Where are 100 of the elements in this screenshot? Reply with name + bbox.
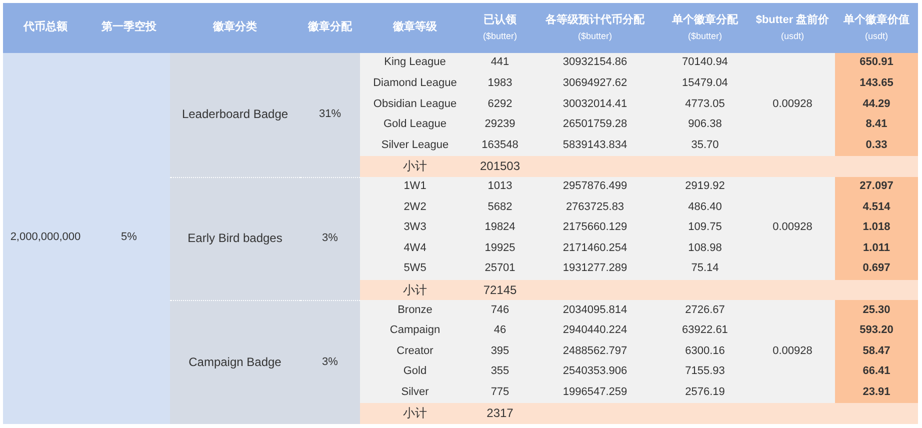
share-cell: 3% bbox=[300, 300, 360, 424]
subtotal-label: 小计 bbox=[402, 405, 428, 422]
value-cell: 44.29 bbox=[835, 94, 918, 115]
claimed-cell: 775 bbox=[470, 382, 530, 404]
category-cell: Early Bird badges bbox=[170, 176, 300, 300]
per-badge-cell: 70140.94 bbox=[660, 53, 750, 74]
per-badge-cell: 63922.61 bbox=[660, 320, 750, 342]
pool-cell: 26501759.28 bbox=[530, 114, 660, 136]
level-cell: Silver League bbox=[360, 135, 470, 156]
per-badge-cell: 2576.19 bbox=[660, 382, 750, 404]
category-cell: Leaderboard Badge bbox=[170, 53, 300, 177]
claimed-cell: 5682 bbox=[470, 197, 530, 218]
value-cell: 8.41 bbox=[835, 114, 918, 136]
value-cell: 27.097 bbox=[835, 176, 918, 198]
per-badge-cell: 15479.04 bbox=[660, 74, 750, 94]
claimed-cell: 19925 bbox=[470, 238, 530, 259]
price-cell: 0.00928 bbox=[750, 176, 835, 280]
category-cell: Campaign Badge bbox=[170, 300, 300, 424]
subtotal-value: 2317 bbox=[486, 405, 514, 422]
value-cell: 0.33 bbox=[835, 135, 918, 156]
claimed-cell: 395 bbox=[470, 341, 530, 362]
claimed-cell: 6292 bbox=[470, 94, 530, 115]
claimed-cell: 1983 bbox=[470, 74, 530, 94]
column-header: 徽章分类 bbox=[170, 3, 300, 53]
subtotal-label: 小计 bbox=[402, 282, 428, 299]
level-cell: Gold League bbox=[360, 114, 470, 136]
level-cell: 2W2 bbox=[360, 197, 470, 218]
claimed-cell: 163548 bbox=[470, 135, 530, 156]
pool-cell: 1996547.259 bbox=[530, 382, 660, 404]
pool-cell: 2957876.499 bbox=[530, 176, 660, 198]
level-cell: Campaign bbox=[360, 320, 470, 342]
value-cell: 25.30 bbox=[835, 300, 918, 321]
pool-cell: 2540353.906 bbox=[530, 362, 660, 382]
per-badge-cell: 75.14 bbox=[660, 258, 750, 280]
level-cell: Diamond League bbox=[360, 74, 470, 94]
column-header: 第一季空投 bbox=[88, 3, 170, 53]
pool-cell: 2940440.224 bbox=[530, 320, 660, 342]
value-cell: 143.65 bbox=[835, 74, 918, 94]
value-cell: 66.41 bbox=[835, 362, 918, 382]
claimed-cell: 355 bbox=[470, 362, 530, 382]
per-badge-cell: 108.98 bbox=[660, 238, 750, 259]
column-header: $butter 盘前价 (usdt) bbox=[750, 3, 835, 53]
subtotal-label: 小计 bbox=[402, 158, 428, 176]
per-badge-cell: 7155.93 bbox=[660, 362, 750, 382]
column-header: 代币总额 bbox=[3, 3, 88, 53]
per-badge-cell: 906.38 bbox=[660, 114, 750, 136]
pool-cell: 30032014.41 bbox=[530, 94, 660, 115]
pool-cell: 2763725.83 bbox=[530, 197, 660, 218]
claimed-cell: 29239 bbox=[470, 114, 530, 136]
value-cell: 1.018 bbox=[835, 218, 918, 238]
level-cell: Creator bbox=[360, 341, 470, 362]
subtotal-value: 72145 bbox=[482, 282, 518, 299]
level-cell: Gold bbox=[360, 362, 470, 382]
per-badge-cell: 486.40 bbox=[660, 197, 750, 218]
share-cell: 31% bbox=[300, 53, 360, 177]
pool-cell: 1931277.289 bbox=[530, 258, 660, 280]
pool-cell: 2171460.254 bbox=[530, 238, 660, 259]
subtotal-value: 201503 bbox=[478, 158, 522, 176]
per-badge-cell: 2726.67 bbox=[660, 300, 750, 321]
value-cell: 23.91 bbox=[835, 382, 918, 404]
value-cell: 58.47 bbox=[835, 341, 918, 362]
level-cell: 3W3 bbox=[360, 218, 470, 238]
pool-cell: 2488562.797 bbox=[530, 341, 660, 362]
level-cell: 5W5 bbox=[360, 258, 470, 280]
per-badge-cell: 2919.92 bbox=[660, 176, 750, 198]
pool-cell: 5839143.834 bbox=[530, 135, 660, 156]
column-header: 徽章等级 bbox=[360, 3, 470, 53]
claimed-cell: 46 bbox=[470, 320, 530, 342]
value-cell: 4.514 bbox=[835, 197, 918, 218]
value-cell: 1.011 bbox=[835, 238, 918, 259]
airdrop-cell: 5% bbox=[88, 53, 170, 424]
value-cell: 593.20 bbox=[835, 320, 918, 342]
share-cell: 3% bbox=[300, 176, 360, 300]
claimed-cell: 25701 bbox=[470, 258, 530, 280]
level-cell: Bronze bbox=[360, 300, 470, 321]
pool-cell: 30694927.62 bbox=[530, 74, 660, 94]
claimed-cell: 746 bbox=[470, 300, 530, 321]
column-header: 各等级预计代币分配 ($butter) bbox=[530, 3, 660, 53]
pool-cell: 2175660.129 bbox=[530, 218, 660, 238]
column-header: 单个徽章分配 ($butter) bbox=[660, 3, 750, 53]
column-header: 徽章分配 bbox=[300, 3, 360, 53]
level-cell: Silver bbox=[360, 382, 470, 404]
claimed-cell: 1013 bbox=[470, 176, 530, 198]
column-header: 单个徽章价值 (usdt) bbox=[835, 3, 918, 53]
claimed-cell: 19824 bbox=[470, 218, 530, 238]
per-badge-cell: 109.75 bbox=[660, 218, 750, 238]
price-cell: 0.00928 bbox=[750, 53, 835, 156]
value-cell: 0.697 bbox=[835, 258, 918, 280]
pool-cell: 30932154.86 bbox=[530, 53, 660, 74]
price-cell: 0.00928 bbox=[750, 300, 835, 404]
level-cell: Obsidian League bbox=[360, 94, 470, 115]
per-badge-cell: 6300.16 bbox=[660, 341, 750, 362]
level-cell: King League bbox=[360, 53, 470, 74]
pool-cell: 2034095.814 bbox=[530, 300, 660, 321]
level-cell: 1W1 bbox=[360, 176, 470, 198]
column-header: 已认领 ($butter) bbox=[470, 3, 530, 53]
per-badge-cell: 35.70 bbox=[660, 135, 750, 156]
total-cell: 2,000,000,000 bbox=[3, 53, 88, 424]
per-badge-cell: 4773.05 bbox=[660, 94, 750, 115]
level-cell: 4W4 bbox=[360, 238, 470, 259]
